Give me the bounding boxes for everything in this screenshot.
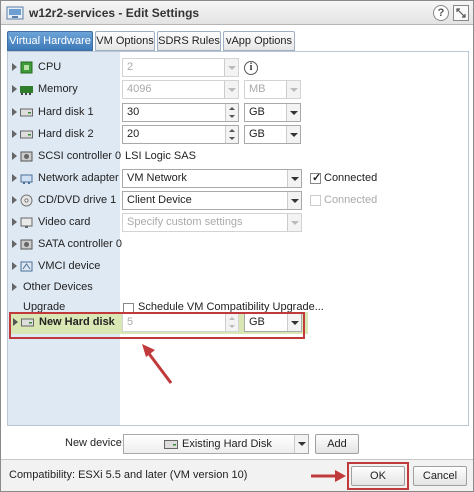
network-adapter-icon: [20, 174, 33, 184]
window-title: w12r2-services - Edit Settings: [29, 6, 200, 20]
cpu-label: CPU: [38, 61, 62, 73]
expand-arrow-icon[interactable]: [12, 262, 17, 270]
expand-arrow-icon[interactable]: [12, 283, 17, 291]
scsi-controller-value: LSI Logic SAS: [125, 150, 196, 162]
network-connected-label: Connected: [324, 172, 378, 184]
cd-dvd-row: CD/DVD drive 1 Client Device Connected: [8, 190, 468, 212]
memory-label: Memory: [38, 83, 78, 95]
title-bar: w12r2-services - Edit Settings ?: [1, 1, 473, 25]
expand-arrow-icon[interactable]: [12, 196, 17, 204]
expand-arrow-icon[interactable]: [12, 63, 17, 71]
vmci-device-row: VMCI device: [8, 256, 468, 278]
network-connected-checkbox[interactable]: [310, 171, 321, 184]
tab-vapp-options[interactable]: vApp Options: [223, 31, 295, 51]
tab-sdrs-rules[interactable]: SDRS Rules: [157, 31, 221, 51]
video-card-label: Video card: [38, 216, 91, 228]
other-devices-label: Other Devices: [23, 281, 93, 293]
hard-disk-2-unit-select[interactable]: GB: [244, 125, 301, 144]
hard-disk-1-unit-select[interactable]: GB: [244, 103, 301, 122]
tab-vm-options[interactable]: VM Options: [95, 31, 155, 51]
vm-icon: [6, 6, 24, 20]
red-arrow-icon: [142, 344, 173, 384]
vmci-device-icon: [20, 261, 33, 272]
hard-disk-icon: [20, 130, 33, 139]
expand-arrow-icon[interactable]: [12, 130, 17, 138]
hard-disk-1-row: Hard disk 1 30 GB: [8, 102, 468, 124]
hard-disk-1-label: Hard disk 1: [38, 106, 94, 118]
cd-dvd-connected-checkbox: [310, 195, 321, 206]
hard-disk-1-size-input[interactable]: 30: [122, 103, 239, 122]
hard-disk-icon: [20, 108, 33, 117]
expand-arrow-icon[interactable]: [12, 174, 17, 182]
hard-disk-2-size-input[interactable]: 20: [122, 125, 239, 144]
hard-disk-2-label: Hard disk 2: [38, 128, 94, 140]
vmci-device-label: VMCI device: [38, 260, 101, 272]
scsi-controller-label: SCSI controller 0: [38, 150, 122, 162]
network-select[interactable]: VM Network: [122, 169, 302, 188]
help-button[interactable]: ?: [433, 5, 449, 21]
tab-virtual-hardware[interactable]: Virtual Hardware: [7, 31, 93, 51]
memory-input: 4096: [122, 80, 239, 99]
expand-arrow-icon[interactable]: [12, 218, 17, 226]
highlight-box: [9, 312, 305, 339]
sata-controller-row: SATA controller 0: [8, 234, 468, 256]
new-device-label: New device:: [65, 437, 125, 449]
video-card-row: Video card Specify custom settings: [8, 212, 468, 234]
expand-arrow-icon[interactable]: [12, 240, 17, 248]
memory-icon: [20, 86, 33, 95]
compatibility-text: Compatibility: ESXi 5.5 and later (VM ve…: [9, 469, 248, 481]
cd-dvd-label: CD/DVD drive 1: [38, 194, 117, 206]
cpu-row: CPU 2 i: [8, 57, 468, 79]
hard-disk-icon: [164, 440, 178, 449]
memory-unit-select: MB: [244, 80, 301, 99]
expand-arrow-icon[interactable]: [12, 108, 17, 116]
expand-arrow-icon[interactable]: [12, 85, 17, 93]
add-button[interactable]: Add: [315, 434, 359, 454]
edit-settings-dialog: w12r2-services - Edit Settings ? Virtual…: [0, 0, 474, 492]
sata-controller-label: SATA controller 0: [38, 238, 122, 250]
footer-bar: Compatibility: ESXi 5.5 and later (VM ve…: [1, 459, 473, 491]
video-card-icon: [20, 217, 33, 228]
cd-dvd-icon: [20, 194, 33, 207]
network-adapter-row: Network adapter 1 VM Network Connected: [8, 168, 468, 190]
memory-row: Memory 4096 MB: [8, 79, 468, 101]
ok-button[interactable]: OK: [351, 466, 405, 486]
network-adapter-label: Network adapter 1: [38, 172, 128, 184]
cd-dvd-select[interactable]: Client Device: [122, 191, 302, 210]
other-devices-row: Other Devices: [8, 277, 468, 299]
scsi-controller-row: SCSI controller 0 LSI Logic SAS: [8, 146, 468, 168]
expand-icon[interactable]: [453, 5, 469, 21]
video-card-select: Specify custom settings: [122, 213, 302, 232]
cd-dvd-connected-label: Connected: [324, 194, 378, 206]
expand-arrow-icon[interactable]: [12, 152, 17, 160]
hardware-panel: CPU 2 i Memory 4096 MB Hard disk 1 30 GB…: [7, 51, 469, 426]
red-arrow-icon: [311, 470, 346, 482]
cpu-select: 2: [122, 58, 239, 77]
sata-controller-icon: [20, 239, 33, 250]
cpu-icon: [20, 61, 33, 74]
hard-disk-2-row: Hard disk 2 20 GB: [8, 124, 468, 146]
new-device-select[interactable]: Existing Hard Disk: [123, 434, 309, 454]
new-device-bar: New device: Existing Hard Disk Add: [7, 431, 469, 455]
scsi-controller-icon: [20, 151, 33, 162]
cancel-button[interactable]: Cancel: [413, 466, 467, 486]
info-icon[interactable]: i: [244, 61, 258, 75]
